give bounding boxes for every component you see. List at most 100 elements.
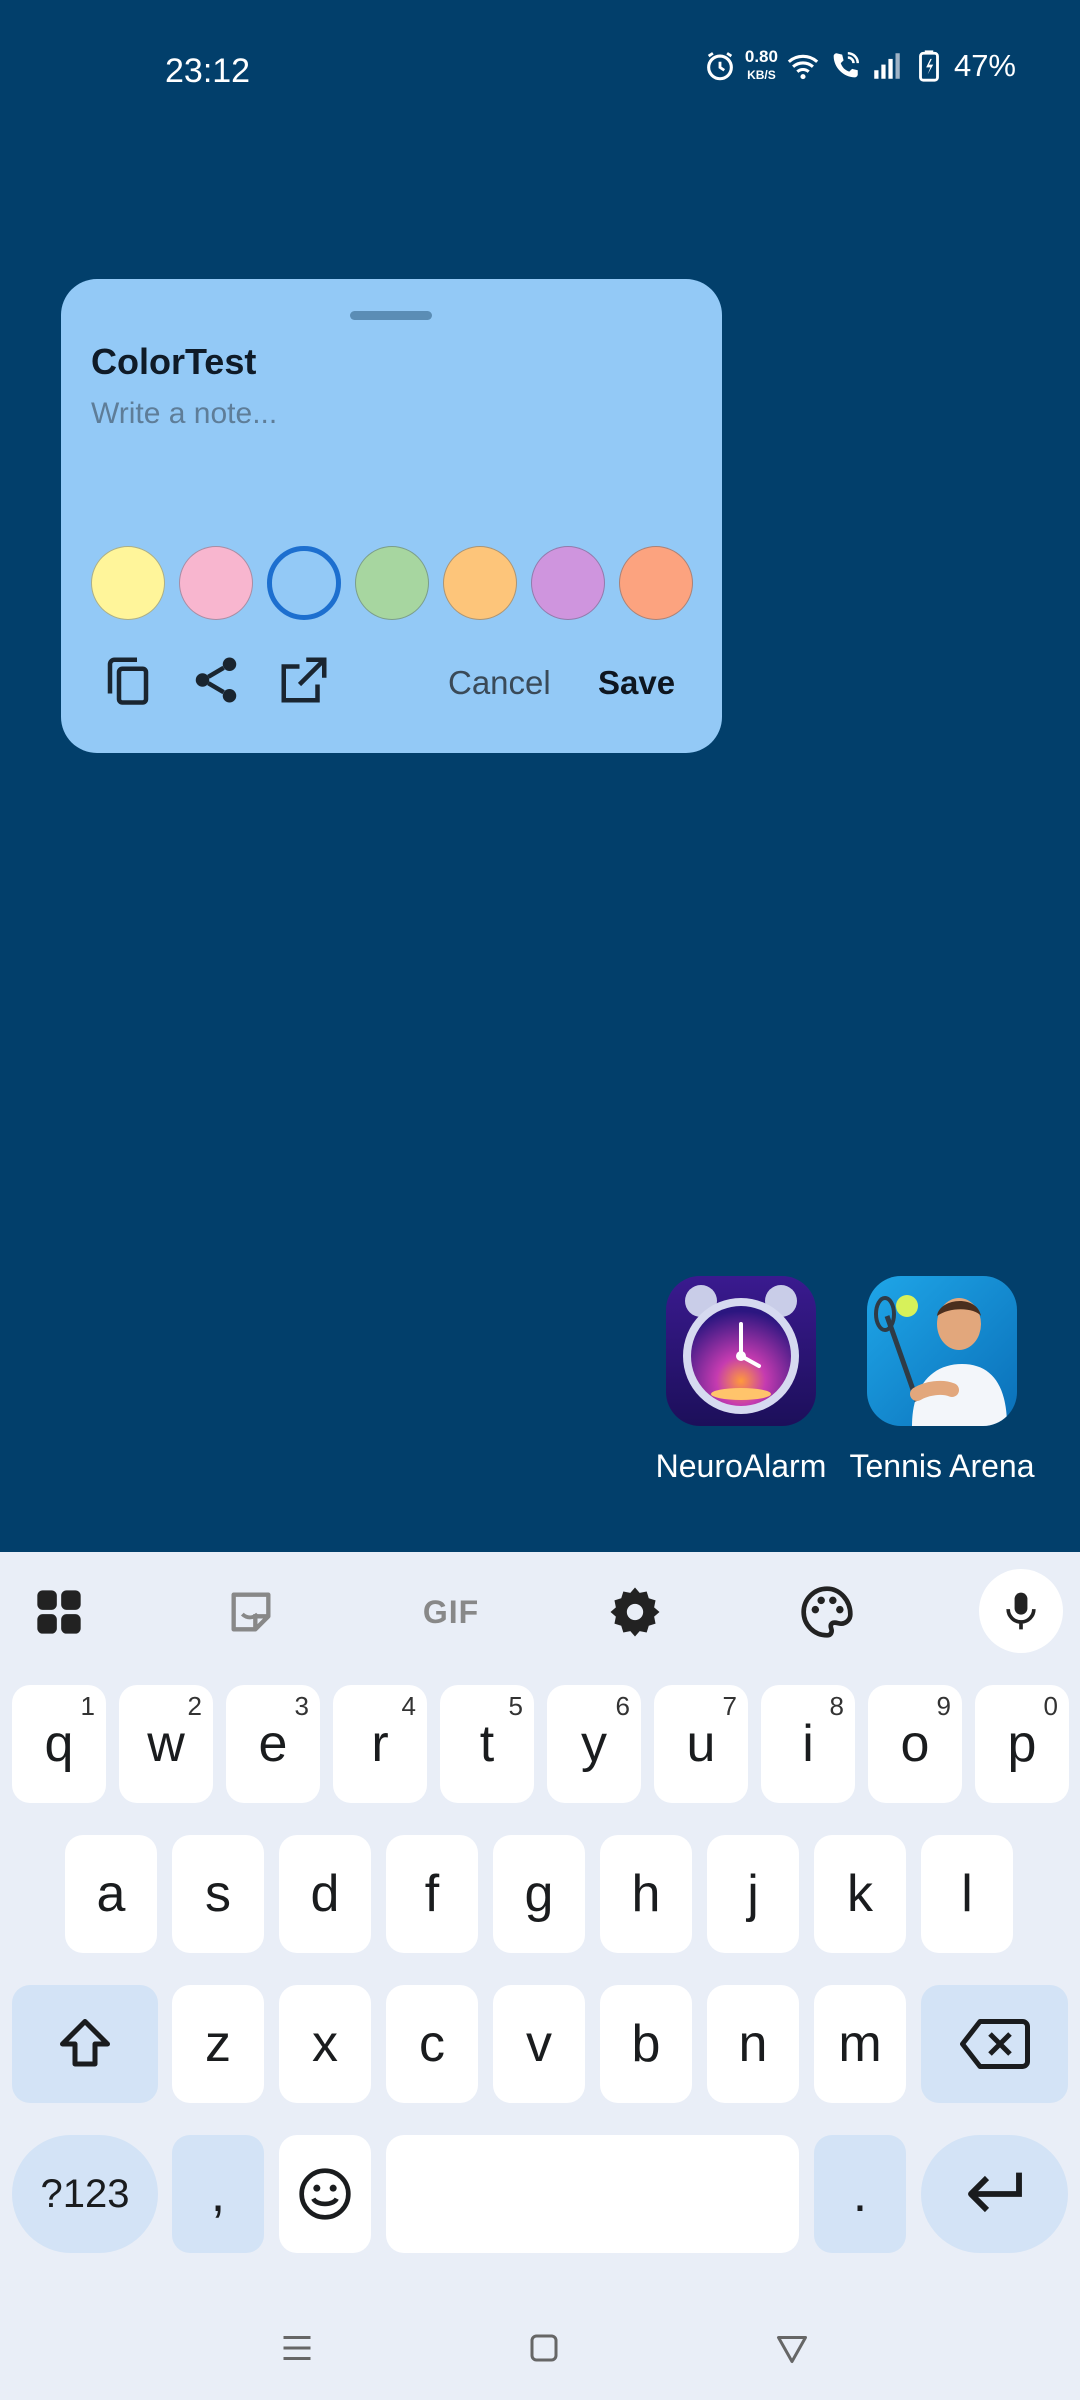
drag-handle[interactable] (350, 311, 432, 320)
wifi-icon (787, 54, 819, 80)
key-label: v (526, 2015, 552, 2073)
soft-keyboard: GIF q1 w2 e3 r4 t5 y6 u 7 i 8 o 9 p 0 a … (0, 1552, 1080, 2400)
battery-charging-icon (919, 50, 939, 82)
swatch-coral[interactable] (619, 546, 693, 620)
symbols-key[interactable]: ?123 (12, 2135, 158, 2253)
note-input[interactable] (91, 397, 691, 507)
save-button[interactable]: Save (598, 664, 675, 702)
enter-icon (967, 2172, 1022, 2213)
mic-button[interactable] (979, 1569, 1063, 1653)
key-hint: 8 (829, 1691, 844, 1721)
neuroalarm-app-icon (666, 1276, 816, 1426)
status-icons: 0.80 KB/S 47% (703, 48, 1016, 84)
key-d[interactable]: d (279, 1835, 371, 1953)
comma-key[interactable]: , (172, 2135, 264, 2253)
key-u[interactable]: u7 (654, 1685, 748, 1803)
key-g[interactable]: g (493, 1835, 585, 1953)
key-x[interactable]: x (279, 1985, 371, 2103)
key-label: w (147, 1715, 185, 1773)
signal-icon (874, 53, 900, 79)
app-label: NeuroAlarm (655, 1448, 827, 1484)
key-hint: 5 (508, 1691, 523, 1721)
key-c[interactable]: c (386, 1985, 478, 2103)
key-z[interactable]: z (172, 1985, 264, 2103)
swatch-purple[interactable] (531, 546, 605, 620)
mic-icon (1006, 1592, 1036, 1630)
key-t[interactable]: t5 (440, 1685, 534, 1803)
key-l[interactable]: l (921, 1835, 1013, 1953)
share-icon[interactable] (189, 653, 243, 707)
key-label: r (371, 1715, 389, 1773)
key-i[interactable]: i8 (761, 1685, 855, 1803)
battery-percent: 47% (953, 48, 1016, 83)
key-s[interactable]: s (172, 1835, 264, 1953)
key-label: m (838, 2015, 882, 2073)
key-label: g (524, 1865, 554, 1923)
key-n[interactable]: n (707, 1985, 799, 2103)
key-o[interactable]: o9 (868, 1685, 962, 1803)
apps-grid-icon[interactable] (29, 1582, 89, 1642)
menu-icon[interactable] (279, 2330, 315, 2366)
shift-icon (60, 2019, 110, 2067)
network-speed: 0.80 KB/S (745, 48, 778, 84)
key-y[interactable]: y6 (547, 1685, 641, 1803)
status-time: 23:12 (165, 52, 251, 90)
home-icon[interactable] (526, 2330, 562, 2366)
key-f[interactable]: f (386, 1835, 478, 1953)
palette-icon[interactable] (797, 1582, 857, 1642)
key-label: y (581, 1715, 607, 1773)
swatch-green[interactable] (355, 546, 429, 620)
key-b[interactable]: b (600, 1985, 692, 2103)
key-a[interactable]: a (65, 1835, 157, 1953)
emoji-key[interactable] (279, 2135, 371, 2253)
note-title: ColorTest (91, 341, 257, 382)
key-hint: 3 (294, 1691, 309, 1721)
enter-key[interactable] (921, 2135, 1068, 2253)
key-m[interactable]: m (814, 1985, 906, 2103)
swatch-orange[interactable] (443, 546, 517, 620)
key-label: p (1007, 1715, 1037, 1773)
swatch-blue[interactable] (267, 546, 341, 620)
key-v[interactable]: v (493, 1985, 585, 2103)
space-key[interactable] (386, 2135, 799, 2253)
key-e[interactable]: e3 (226, 1685, 320, 1803)
settings-icon[interactable] (605, 1582, 665, 1642)
key-hint: 2 (187, 1691, 202, 1721)
back-icon[interactable] (774, 2330, 810, 2366)
key-label: d (310, 1865, 340, 1923)
backspace-key[interactable] (921, 1985, 1068, 2103)
cancel-button[interactable]: Cancel (448, 664, 551, 702)
sticker-icon[interactable] (221, 1582, 281, 1642)
key-r[interactable]: r4 (333, 1685, 427, 1803)
key-label: . (852, 2165, 868, 2223)
key-hint: 0 (1043, 1691, 1058, 1721)
app-neuroalarm[interactable]: NeuroAlarm (641, 1276, 841, 1485)
key-label: z (205, 2015, 231, 2073)
key-label: l (961, 1865, 973, 1923)
gif-icon[interactable]: GIF (411, 1582, 491, 1642)
key-q[interactable]: q1 (12, 1685, 106, 1803)
key-label: o (900, 1715, 930, 1773)
key-label: h (631, 1865, 661, 1923)
emoji-icon (299, 2168, 351, 2220)
key-j[interactable]: j (707, 1835, 799, 1953)
key-w[interactable]: w2 (119, 1685, 213, 1803)
period-key[interactable]: . (814, 2135, 906, 2253)
note-popup: ColorTest Cancel Save (61, 279, 722, 753)
app-tennis-arena[interactable]: Tennis Arena (842, 1276, 1042, 1485)
key-h[interactable]: h (600, 1835, 692, 1953)
swatch-pink[interactable] (179, 546, 253, 620)
key-p[interactable]: p0 (975, 1685, 1069, 1803)
key-label: f (424, 1865, 440, 1923)
key-label: b (631, 2015, 661, 2073)
key-label: , (210, 2165, 226, 2223)
key-hint: 9 (936, 1691, 951, 1721)
key-label: i (802, 1715, 814, 1773)
copy-icon[interactable] (101, 653, 155, 707)
key-k[interactable]: k (814, 1835, 906, 1953)
open-external-icon[interactable] (277, 653, 331, 707)
net-speed-unit: KB/S (747, 68, 776, 82)
shift-key[interactable] (12, 1985, 158, 2103)
swatch-yellow[interactable] (91, 546, 165, 620)
key-label: t (479, 1715, 495, 1773)
